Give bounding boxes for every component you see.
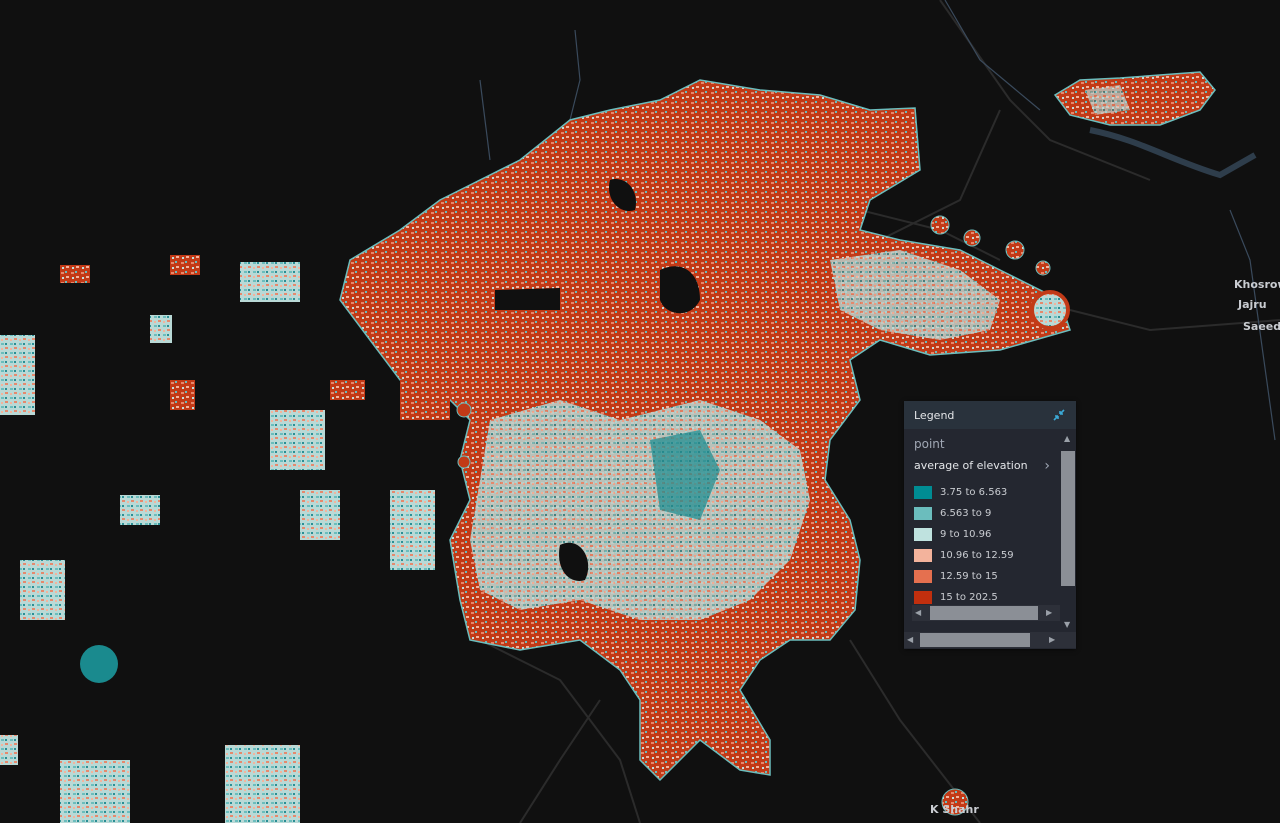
legend-header: Legend <box>904 401 1076 429</box>
place-label-saeeda: Saeeda <box>1243 320 1280 333</box>
place-label-jajru: Jajru <box>1238 298 1267 311</box>
legend-item: 6.563 to 9 <box>914 503 1050 524</box>
scroll-left-arrow-icon[interactable]: ◀ <box>915 609 921 617</box>
legend-vertical-scroll-thumb[interactable] <box>1061 451 1075 586</box>
legend-swatch <box>914 570 932 583</box>
scroll-left-arrow-icon[interactable]: ◀ <box>907 636 913 644</box>
legend-item: 12.59 to 15 <box>914 566 1050 587</box>
legend-item-label: 15 to 202.5 <box>940 592 998 603</box>
legend-item: 3.75 to 6.563 <box>914 482 1050 503</box>
legend-item-label: 3.75 to 6.563 <box>940 487 1008 498</box>
map-canvas[interactable] <box>0 0 1280 823</box>
legend-items: 3.75 to 6.563 6.563 to 9 9 to 10.96 10.9… <box>904 472 1060 608</box>
legend-swatch <box>914 528 932 541</box>
scroll-right-arrow-icon[interactable]: ▶ <box>1049 636 1055 644</box>
legend-item: 9 to 10.96 <box>914 524 1050 545</box>
legend-swatch <box>914 549 932 562</box>
legend-title: Legend <box>914 408 955 422</box>
place-label-khosrow: Khosrow <box>1234 278 1280 291</box>
place-label-shahr: K Shahr <box>930 803 979 816</box>
legend-layer-name: point <box>914 437 945 451</box>
legend-item-label: 12.59 to 15 <box>940 571 998 582</box>
legend-swatch <box>914 507 932 520</box>
legend-field-label: average of elevation <box>914 459 1028 472</box>
scroll-up-arrow-icon[interactable]: ▲ <box>1064 435 1070 443</box>
scroll-down-arrow-icon[interactable]: ▼ <box>1064 621 1070 629</box>
scroll-right-arrow-icon[interactable]: ▶ <box>1046 609 1052 617</box>
collapse-arrows-icon[interactable] <box>1052 408 1066 422</box>
legend-item-label: 6.563 to 9 <box>940 508 992 519</box>
legend-inner-horizontal-scroll-thumb[interactable] <box>930 606 1038 620</box>
legend-item-label: 9 to 10.96 <box>940 529 992 540</box>
legend-outer-horizontal-scroll-thumb[interactable] <box>920 633 1030 647</box>
chevron-right-icon: › <box>1044 457 1050 474</box>
legend-field-selector[interactable]: average of elevation › <box>904 451 1060 474</box>
legend-item: 10.96 to 12.59 <box>914 545 1050 566</box>
legend-item-label: 10.96 to 12.59 <box>940 550 1014 561</box>
legend-swatch <box>914 591 932 604</box>
legend-swatch <box>914 486 932 499</box>
legend-body: point average of elevation › 3.75 to 6.5… <box>904 429 1060 621</box>
